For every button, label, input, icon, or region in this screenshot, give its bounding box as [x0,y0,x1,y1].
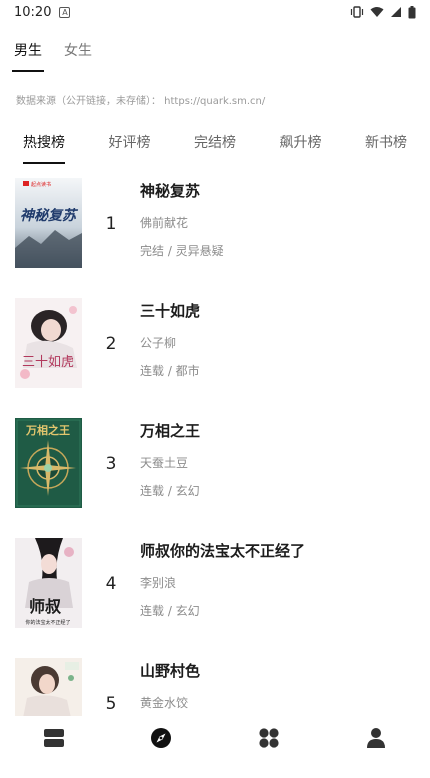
category-icon [258,727,280,753]
tab-new-books[interactable]: 新书榜 [365,132,407,164]
cover-title: 神秘复苏 [20,207,79,224]
book-title[interactable]: 山野村色 [140,660,200,681]
book-title[interactable]: 师叔你的法宝太不正经了 [140,540,305,561]
cover-title: 三十如虎 [22,354,74,370]
gender-tabs: 男生 女生 [12,40,92,72]
signal-icon [390,6,402,18]
status-left: 10:20 A [14,4,71,20]
book-meta: 连载 / 玄幻 [140,484,200,498]
notification-icon: A [59,6,71,18]
nav-bookshelf[interactable] [24,720,84,760]
cover-subtitle: 你的法宝太不正经了 [25,619,70,626]
book-meta: 连载 / 都市 [140,364,200,378]
book-meta: 连载 / 玄幻 [140,604,200,618]
bookshelf-icon [43,728,65,752]
book-cover[interactable]: 三十如虎 [15,298,82,388]
book-list: 起点读书 神秘复苏 1 神秘复苏 佛前献花 完结 / 灵异悬疑 三十如虎 2 三… [0,178,430,778]
tab-male[interactable]: 男生 [12,40,44,72]
rank-number: 2 [105,334,117,354]
vibrate-icon [350,6,364,18]
nav-category[interactable] [239,720,299,760]
book-author: 李别浪 [140,576,177,590]
tab-hot-search[interactable]: 热搜榜 [23,132,65,164]
profile-icon [366,727,386,753]
nav-profile[interactable] [346,720,406,760]
rank-tabs: 热搜榜 好评榜 完结榜 飙升榜 新书榜 [0,132,430,164]
book-title[interactable]: 三十如虎 [140,300,200,321]
rank-number: 4 [105,574,117,594]
book-meta: 完结 / 灵异悬疑 [140,244,224,258]
list-item[interactable]: 三十如虎 2 三十如虎 公子柳 连载 / 都市 [0,298,430,418]
list-item[interactable]: 起点读书 神秘复苏 1 神秘复苏 佛前献花 完结 / 灵异悬疑 [0,178,430,298]
tab-completed[interactable]: 完结榜 [194,132,236,164]
status-right [350,5,416,19]
book-author: 佛前献花 [140,216,189,230]
source-note: 数据来源（公开链接，未存储）： https://quark.sm.cn/ [16,96,266,107]
book-author: 天蚕土豆 [140,456,189,470]
rank-number: 3 [105,454,117,474]
rank-number: 5 [105,694,117,714]
cover-title: 万相之王 [25,423,70,437]
wifi-icon [370,6,384,18]
book-cover[interactable]: 万相之王 [15,418,82,508]
tab-female[interactable]: 女生 [64,40,92,72]
status-time: 10:20 [14,4,52,20]
cover-title: 师叔 [29,597,62,616]
list-item[interactable]: 师叔 你的法宝太不正经了 4 师叔你的法宝太不正经了 李别浪 连载 / 玄幻 [0,538,430,658]
battery-icon [408,5,416,19]
book-title[interactable]: 万相之王 [140,420,200,441]
status-bar: 10:20 A [0,0,430,24]
compass-icon [150,727,172,753]
rank-number: 1 [105,214,117,234]
bottom-nav [0,716,430,764]
book-cover[interactable]: 师叔 你的法宝太不正经了 [15,538,82,628]
book-cover[interactable]: 起点读书 神秘复苏 [15,178,82,268]
list-item[interactable]: 万相之王 3 万相之王 天蚕土豆 连载 / 玄幻 [0,418,430,538]
book-author: 黄金水饺 [140,696,189,710]
tab-rising[interactable]: 飙升榜 [280,132,322,164]
tab-good-reviews[interactable]: 好评榜 [109,132,151,164]
cover-brand: 起点读书 [31,181,51,188]
nav-discover[interactable] [131,720,191,760]
book-title[interactable]: 神秘复苏 [140,180,200,201]
book-author: 公子柳 [140,336,177,350]
